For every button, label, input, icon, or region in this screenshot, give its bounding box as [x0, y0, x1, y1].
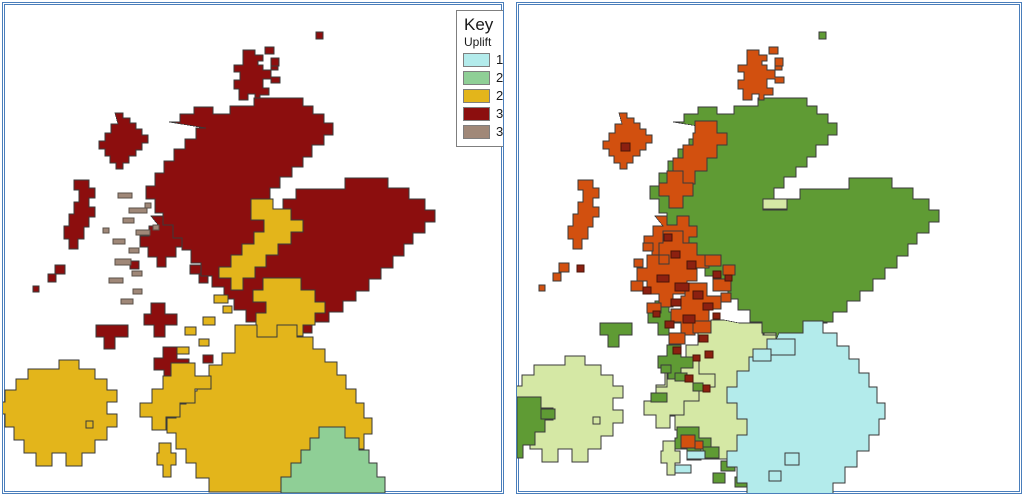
map-right-regions [517, 31, 940, 493]
legend-swatch-icon [463, 107, 490, 121]
legend-left-entries: 15 20 25 30 35 [463, 51, 503, 141]
uplift-map-right-panel: Key Uplift 35 40 45 50 [516, 2, 1022, 494]
map-left-regions [3, 31, 436, 493]
legend-entry-label: 15 [496, 52, 504, 67]
legend-swatch-icon [463, 125, 490, 139]
legend-left: Key Uplift 15 20 25 30 [456, 10, 503, 147]
map-right-graphic [517, 31, 940, 493]
legend-entry: 20 [463, 69, 503, 87]
uplift-map-left-panel: Key Uplift 15 20 25 30 [2, 2, 504, 494]
legend-swatch-icon [463, 53, 490, 67]
legend-entry-label: 35 [496, 124, 504, 139]
legend-entry-label: 25 [496, 88, 504, 103]
legend-entry-label: 30 [496, 106, 504, 121]
legend-swatch-icon [463, 71, 490, 85]
legend-entry: 15 [463, 51, 503, 69]
legend-left-title: Key [464, 15, 494, 34]
figure-canvas: Key Uplift 15 20 25 30 [0, 0, 1024, 500]
map-left-graphic [3, 31, 436, 493]
legend-entry: 25 [463, 87, 503, 105]
legend-entry: 30 [463, 105, 503, 123]
legend-entry-label: 20 [496, 70, 504, 85]
legend-entry: 35 [463, 123, 503, 141]
legend-swatch-icon [463, 89, 490, 103]
legend-left-subtitle: Uplift [464, 35, 492, 49]
